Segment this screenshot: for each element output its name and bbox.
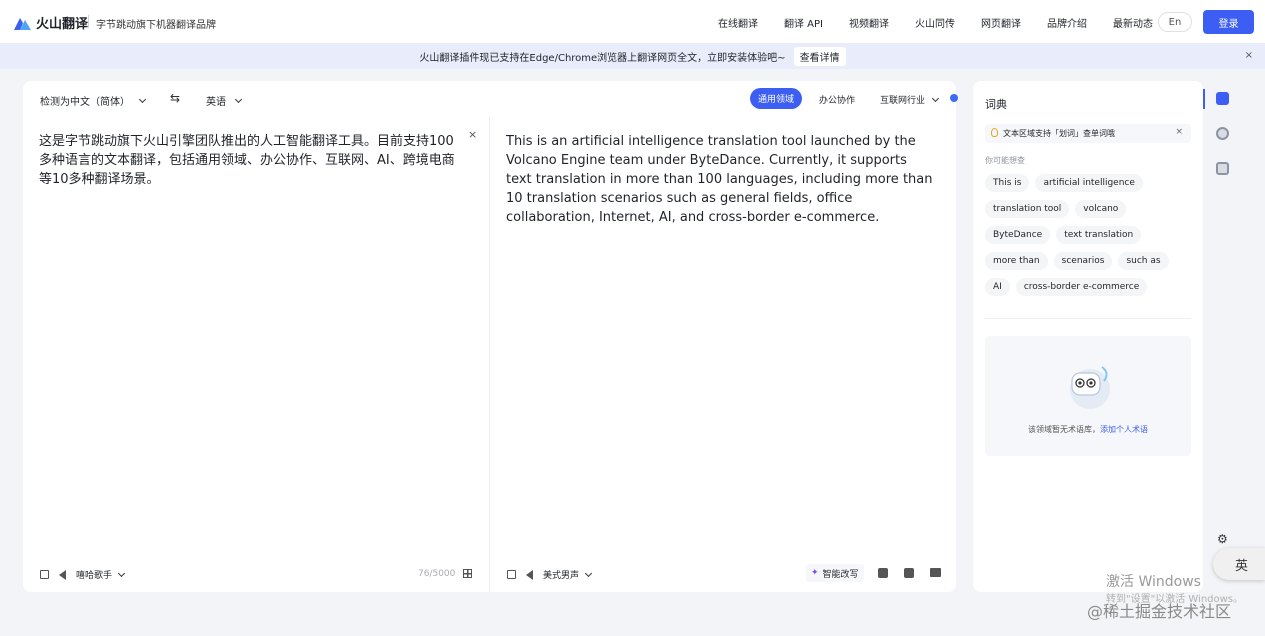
suggestion-chip[interactable]: AI [985, 278, 1010, 296]
domain-general-tab[interactable]: 通用领域 [750, 88, 803, 109]
speaker-icon[interactable] [526, 569, 533, 580]
tip-close-icon[interactable]: × [1175, 127, 1183, 137]
plugin-banner: 火山翻译插件现已支持在Edge/Chrome浏览器上翻译网页全文，立即安装体验吧… [0, 43, 1265, 69]
copy-icon[interactable] [40, 570, 49, 579]
domain-internet-select[interactable]: 互联网行业 [880, 93, 940, 106]
top-navigation: 火山翻译 字节跳动旗下机器翻译品牌 在线翻译 翻译 API 视频翻译 火山同传 … [0, 0, 1265, 43]
banner-close-icon[interactable]: × [1245, 50, 1253, 61]
suggestion-chip[interactable]: artificial intelligence [1035, 174, 1143, 192]
translator-panel: 检测为中文（简体） ⇆ 英语 通用领域 办公协作 互联网行业 这是字节跳动旗下火… [23, 81, 958, 592]
swap-languages-icon[interactable]: ⇆ [170, 91, 180, 105]
main-nav: 在线翻译 翻译 API 视频翻译 火山同传 网页翻译 品牌介绍 最新动态 [718, 15, 1179, 30]
target-voice-label: 美式男声 [543, 571, 580, 581]
source-text-input[interactable]: 这是字节跳动旗下火山引擎团队推出的人工智能翻译工具。目前支持100多种语言的文本… [39, 132, 464, 189]
glossary-empty-message: 该领域暂无术语库， [1028, 425, 1100, 434]
dictionary-panel: 词典 文本区域支持「划词」查单词哦 × 你可能想查 This is artifi… [973, 81, 1203, 592]
chevron-down-icon [138, 95, 147, 103]
brand-slogan: 字节跳动旗下机器翻译品牌 [96, 20, 216, 31]
suggestion-chip[interactable]: ByteDance [985, 226, 1051, 244]
add-glossary-link[interactable]: 添加个人术语 [1100, 425, 1148, 434]
robot-illustration-icon [1070, 366, 1110, 409]
chevron-down-icon [584, 569, 593, 577]
suggestion-chip[interactable]: more than [985, 252, 1048, 270]
copy-icon[interactable] [507, 570, 516, 579]
dictionary-tip: 文本区域支持「划词」查单词哦 × [985, 124, 1191, 143]
favorites-icon[interactable] [1216, 162, 1229, 175]
side-tool-rail [1203, 81, 1243, 201]
target-voice-select[interactable]: 美式男声 [543, 568, 593, 581]
dictionary-title: 词典 [985, 98, 1007, 111]
suggestion-chip[interactable]: cross-border e-commerce [1015, 278, 1148, 296]
clear-text-icon[interactable]: × [468, 128, 477, 141]
source-language-label: 检测为中文（简体） [40, 97, 130, 108]
login-button[interactable]: 登录 [1203, 10, 1254, 34]
suggestion-chip[interactable]: text translation [1056, 226, 1142, 244]
translator-toolbar: 检测为中文（简体） ⇆ 英语 通用领域 办公协作 互联网行业 [23, 81, 958, 117]
brand-logo[interactable]: 火山翻译 [12, 13, 88, 32]
settings-gear-icon[interactable]: ⚙ [1217, 532, 1228, 546]
site-watermark: @稀土掘金技术社区 [1087, 602, 1232, 621]
target-language-label: 英语 [206, 97, 226, 108]
domain-office-label: 办公协作 [819, 96, 856, 106]
dictionary-book-icon[interactable] [1216, 92, 1229, 105]
domain-internet-label: 互联网行业 [880, 96, 926, 106]
history-clock-icon[interactable] [1216, 127, 1229, 140]
chevron-down-icon [234, 95, 243, 103]
smart-rewrite-button[interactable]: ✦ 智能改写 [806, 564, 864, 582]
source-voice-label: 嘻哈歌手 [76, 571, 113, 581]
suggestion-chip[interactable]: volcano [1075, 200, 1127, 218]
target-footer: 美式男声 [507, 568, 593, 581]
source-voice-select[interactable]: 嘻哈歌手 [76, 568, 126, 581]
lightbulb-icon [991, 128, 998, 137]
volcano-logo-icon [12, 15, 32, 31]
banner-details-link[interactable]: 查看详情 [793, 46, 846, 66]
suggestion-chips: This is artificial intelligence translat… [985, 174, 1195, 296]
header-divider [88, 15, 89, 28]
character-counter: 76/5000 [418, 569, 456, 579]
glossary-empty-state: 该领域暂无术语库，添加个人术语 [985, 336, 1191, 456]
nav-translate-api[interactable]: 翻译 API [784, 15, 823, 30]
target-language-select[interactable]: 英语 [206, 93, 243, 108]
status-dot [950, 94, 958, 102]
translation-output: This is an artificial intelligence trans… [506, 134, 933, 225]
layout-grid-icon[interactable] [463, 569, 472, 578]
brand-name: 火山翻译 [36, 17, 89, 32]
suggestion-chip[interactable]: translation tool [985, 200, 1070, 218]
sparkle-icon: ✦ [811, 568, 819, 578]
domain-office-tab[interactable]: 办公协作 [819, 93, 855, 106]
suggestions-label: 你可能想查 [985, 156, 1025, 165]
source-footer: 嘻哈歌手 [40, 568, 126, 581]
chevron-down-icon [931, 94, 940, 102]
feedback-actions [878, 568, 941, 578]
activation-watermark: 激活 Windows [1106, 574, 1201, 590]
dictionary-divider [985, 318, 1191, 319]
nav-brand-intro[interactable]: 品牌介绍 [1047, 15, 1087, 30]
smart-rewrite-label: 智能改写 [822, 569, 859, 580]
ime-indicator[interactable]: 英 [1213, 548, 1265, 580]
chevron-down-icon [117, 569, 126, 577]
nav-simultaneous[interactable]: 火山同传 [915, 15, 955, 30]
suggestion-chip[interactable]: This is [985, 174, 1030, 192]
nav-latest-news[interactable]: 最新动态 [1113, 15, 1153, 30]
thumbs-up-icon[interactable] [878, 568, 888, 578]
panel-divider [489, 117, 490, 592]
source-language-select[interactable]: 检测为中文（简体） [40, 93, 147, 108]
banner-text: 火山翻译插件现已支持在Edge/Chrome浏览器上翻译网页全文，立即安装体验吧… [419, 52, 786, 64]
speaker-icon[interactable] [59, 569, 66, 580]
nav-online-translate[interactable]: 在线翻译 [718, 15, 758, 30]
suggestion-chip[interactable]: scenarios [1053, 252, 1113, 270]
nav-video-translate[interactable]: 视频翻译 [849, 15, 889, 30]
dictionary-tip-text: 文本区域支持「划词」查单词哦 [1003, 129, 1115, 138]
glossary-empty-text: 该领域暂无术语库，添加个人术语 [985, 424, 1191, 435]
nav-web-translate[interactable]: 网页翻译 [981, 15, 1021, 30]
thumbs-down-icon[interactable] [904, 568, 914, 578]
rail-active-indicator [1203, 89, 1205, 109]
language-switch-button[interactable]: En [1158, 12, 1192, 32]
suggestion-chip[interactable]: such as [1118, 252, 1169, 270]
book-icon[interactable] [930, 568, 941, 577]
